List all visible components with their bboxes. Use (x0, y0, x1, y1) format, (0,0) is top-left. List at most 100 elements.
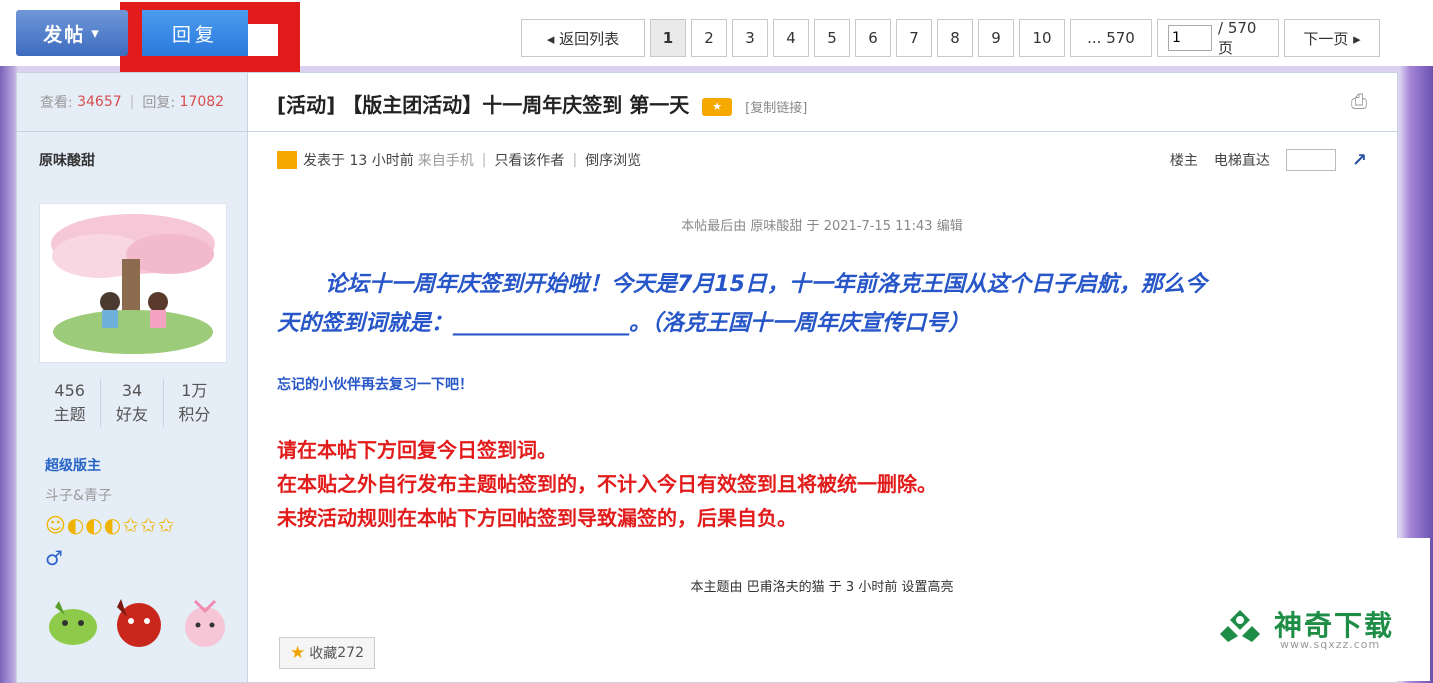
edit-note: 本帖最后由 原味酸甜 于 2021-7-15 11:43 编辑 (681, 219, 963, 234)
watermark: 神奇下载 www.sqxzz.com (1122, 538, 1430, 681)
author-stats: 456 主题 34 好友 1万 积分 (39, 379, 225, 427)
avatar-illustration (51, 214, 215, 354)
replies-label: 回复: (142, 95, 176, 111)
new-post-label: 发帖 (43, 23, 86, 46)
print-icon[interactable]: ⎙ (1351, 89, 1367, 113)
new-post-button[interactable]: 发帖 ▾ (16, 10, 128, 56)
views-count: 34657 (77, 94, 122, 110)
next-page-label: 下一页 ▸ (1303, 29, 1361, 48)
page-9[interactable]: 9 (978, 19, 1014, 57)
rule-line-3: 未按活动规则在本帖下方回帖签到导致漏签的，后果自负。 (277, 506, 797, 530)
post-intro-line-2: 天的签到词就是：________________。（洛克王国十一周年庆宣传口号） (277, 311, 971, 336)
rule-line-1: 请在本帖下方回复今日签到词。 (277, 438, 557, 462)
post-intro: 论坛十一周年庆签到开始啦！今天是7月15日，十一年前洛克王国从这个日子启航，那么… (277, 265, 1367, 343)
post-rules: 请在本帖下方回复今日签到词。 在本贴之外自行发布主题帖签到的，不计入今日有效签到… (277, 433, 937, 535)
favorite-count: 272 (337, 645, 364, 661)
page-label: 4 (786, 29, 796, 47)
reply-button[interactable]: 回复 (142, 10, 248, 56)
topics-count: 456 (54, 381, 85, 400)
page-label: 2 (704, 29, 714, 47)
floor-user-icon (277, 151, 297, 169)
page-label: 9 (991, 29, 1001, 47)
red-pet-icon (117, 599, 161, 647)
divider: | (129, 94, 135, 110)
level-icons: ☺◐◐◐✩✩✩ (45, 513, 176, 537)
page-label: 10 (1032, 29, 1052, 47)
post-meta-right: 楼主 电梯直达 ↗ (1170, 149, 1367, 171)
post-source: 来自手机 (417, 153, 474, 169)
page-4[interactable]: 4 (773, 19, 809, 57)
stat-topics[interactable]: 456 主题 (39, 379, 102, 427)
points-label: 积分 (178, 405, 211, 424)
chevron-down-icon: ▾ (91, 24, 101, 42)
divider: | (572, 152, 578, 168)
top-toolbar: 发帖 ▾ 回复 ◂ 返回列表 1 2 3 4 5 6 7 8 9 10 ... … (0, 0, 1433, 78)
divider: | (481, 152, 487, 168)
hot-badge-icon: ★ (702, 97, 733, 116)
stat-points[interactable]: 1万 积分 (164, 379, 225, 427)
star-icon: ★ (290, 643, 306, 663)
friends-count: 34 (121, 381, 143, 400)
favorite-button[interactable]: ★ 收藏 272 (279, 637, 375, 669)
page-last[interactable]: ... 570 (1070, 19, 1152, 57)
reply-label: 回复 (171, 23, 218, 46)
copy-link[interactable]: [复制链接] (745, 101, 807, 116)
blank-box (248, 24, 278, 56)
page-7[interactable]: 7 (896, 19, 932, 57)
views-label: 查看: (39, 95, 73, 111)
replies-count: 17082 (179, 94, 225, 110)
back-to-list-button[interactable]: ◂ 返回列表 (521, 19, 645, 57)
page-1[interactable]: 1 (650, 19, 686, 57)
topics-label: 主题 (53, 405, 86, 424)
post-reminder: 忘记的小伙伴再去复习一下吧！ (277, 377, 473, 393)
posted-time: 发表于 13 小时前 (303, 153, 414, 169)
pink-pet-icon (185, 599, 225, 647)
avatar[interactable] (39, 203, 227, 363)
only-author-link[interactable]: 只看该作者 (494, 150, 564, 170)
post-intro-line-1: 论坛十一周年庆签到开始啦！今天是7月15日，十一年前洛克王国从这个日子启航，那么… (325, 272, 1207, 297)
page-label: 5 (827, 29, 837, 47)
stat-friends[interactable]: 34 好友 (101, 379, 164, 427)
post-meta-bar: 发表于 13 小时前 来自手机 | 只看该作者 | 倒序浏览 楼主 电梯直达 ↗ (277, 149, 1367, 171)
gender-male-icon: ♂ (45, 546, 63, 570)
favorite-label: 收藏 (309, 646, 338, 662)
author-sidebar: 查看: 34657 | 回复: 17082 原味酸甜 456 主题 34 好友 … (17, 73, 248, 682)
page-8[interactable]: 8 (937, 19, 973, 57)
elevator-label: 电梯直达 (1213, 153, 1270, 169)
page-5[interactable]: 5 (814, 19, 850, 57)
page-label: 6 (868, 29, 878, 47)
page-label: 8 (950, 29, 960, 47)
floor-jump-input[interactable] (1285, 149, 1336, 171)
page-3[interactable]: 3 (732, 19, 768, 57)
thread-title-bar: [活动] 【版主团活动】十一周年庆签到 第一天 ★ [复制链接] ⎙ (247, 73, 1397, 132)
friends-label: 好友 (115, 405, 148, 424)
watermark-clover-icon (1220, 610, 1260, 642)
page-label: 7 (909, 29, 919, 47)
page-2[interactable]: 2 (691, 19, 727, 57)
back-to-list-label: ◂ 返回列表 (546, 29, 620, 48)
user-role-sub: 斗子&青子 (45, 488, 112, 504)
points-count: 1万 (181, 381, 208, 400)
thread-title-row: [活动] 【版主团活动】十一周年庆签到 第一天 ★ [复制链接] (277, 89, 807, 118)
page-label: 1 (662, 29, 674, 47)
user-role[interactable]: 超级版主 (45, 455, 101, 475)
total-pages-label: / 570 页 (1218, 18, 1257, 57)
page-10[interactable]: 10 (1019, 19, 1065, 57)
floor-label: 楼主 (1169, 153, 1198, 169)
rule-line-2: 在本贴之外自行发布主题帖签到的，不计入今日有效签到且将被统一删除。 (277, 472, 937, 496)
author-name[interactable]: 原味酸甜 (17, 132, 247, 170)
page-label: 3 (745, 29, 755, 47)
page-number-input[interactable] (1168, 25, 1212, 51)
thread-stats: 查看: 34657 | 回复: 17082 (17, 73, 247, 132)
pet-badges (45, 593, 233, 649)
watermark-url: www.sqxzz.com (1280, 638, 1381, 651)
thread-title: [活动] 【版主团活动】十一周年庆签到 第一天 (277, 93, 690, 117)
next-page-button[interactable]: 下一页 ▸ (1284, 19, 1380, 57)
page-6[interactable]: 6 (855, 19, 891, 57)
page-label: ... 570 (1087, 29, 1135, 47)
page-jump: / 570 页 (1157, 19, 1279, 57)
green-pet-icon (49, 601, 97, 645)
reverse-order-link[interactable]: 倒序浏览 (585, 150, 641, 170)
go-arrow-icon[interactable]: ↗ (1352, 150, 1367, 171)
pagination: ◂ 返回列表 1 2 3 4 5 6 7 8 9 10 ... 570 / 57… (521, 19, 1385, 57)
